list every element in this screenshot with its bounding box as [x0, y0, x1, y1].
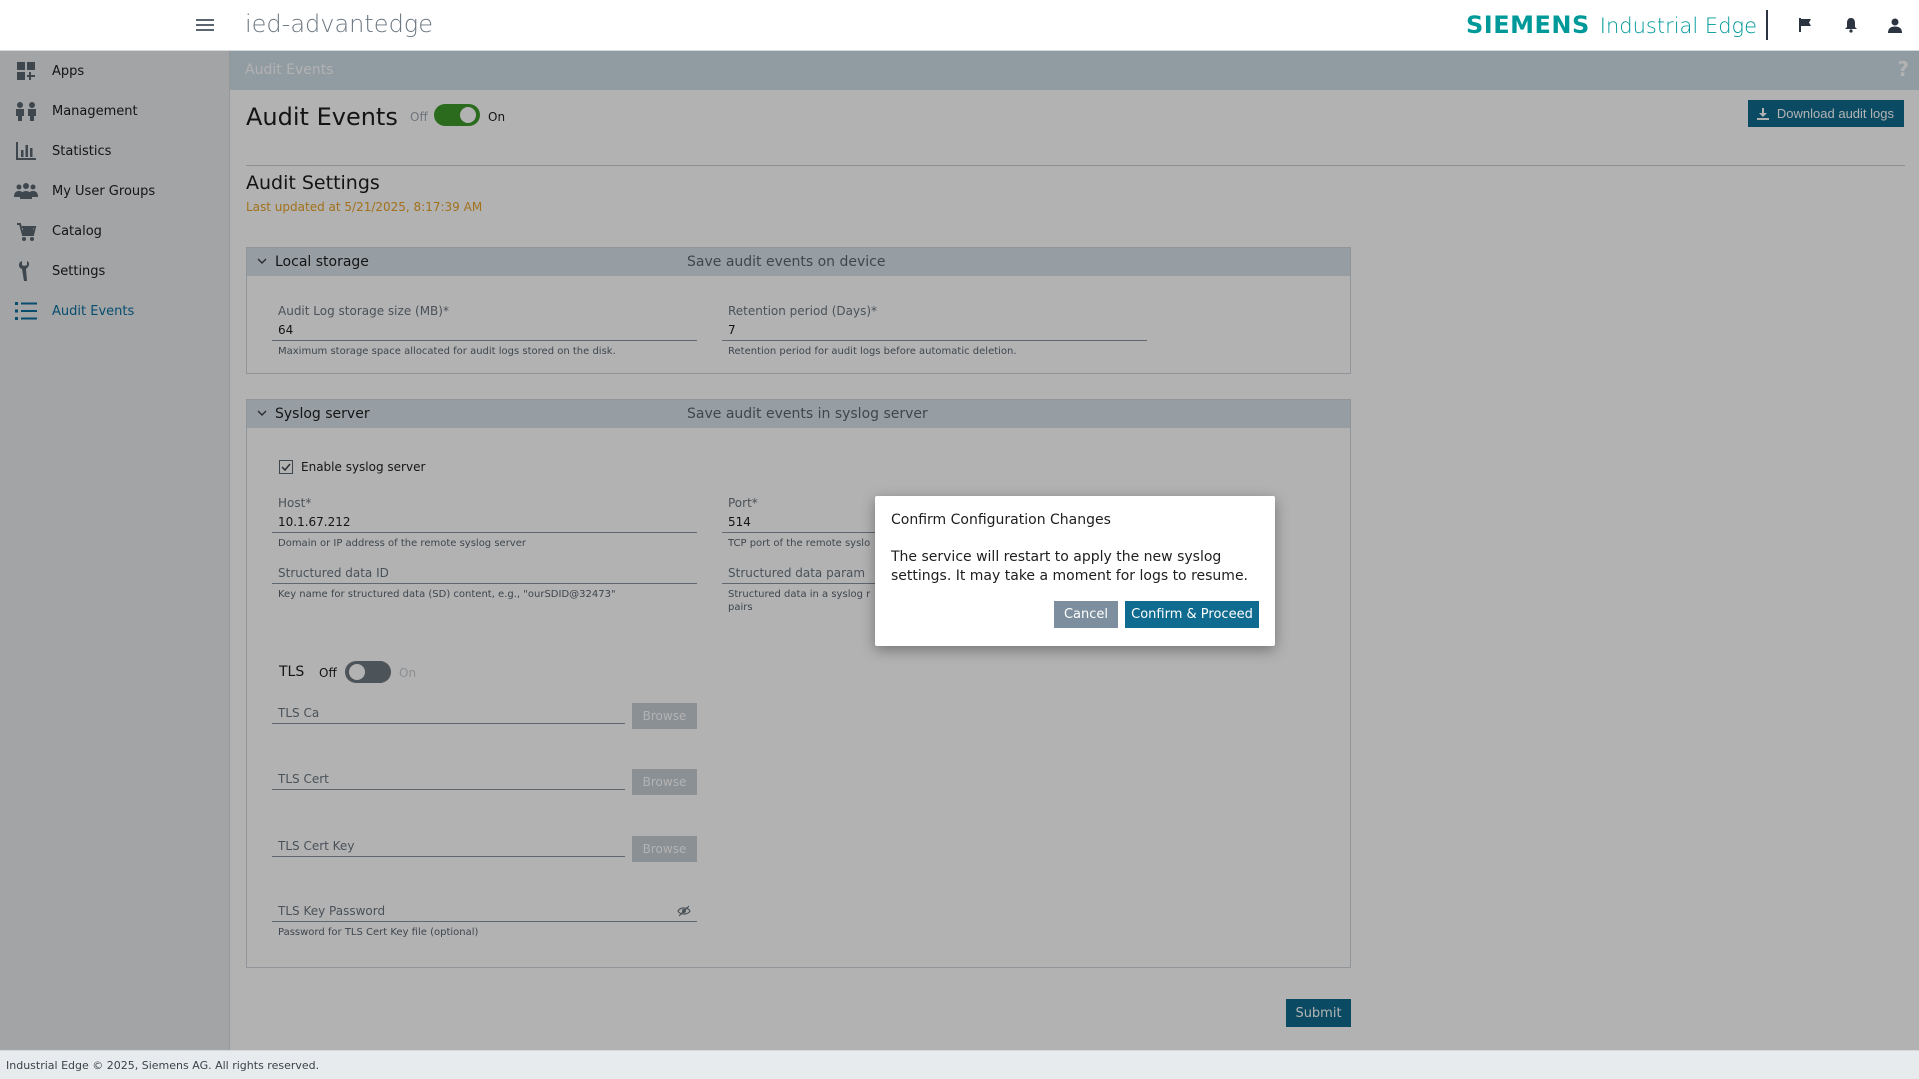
brand-product: Industrial Edge	[1599, 14, 1758, 38]
menu-icon[interactable]	[196, 16, 214, 34]
dialog-title: Confirm Configuration Changes	[891, 512, 1111, 528]
user-icon[interactable]	[1884, 14, 1906, 36]
brand-logo: SIEMENS Industrial Edge	[1466, 11, 1757, 39]
app-title: ied-advantedge	[245, 10, 433, 38]
bell-icon[interactable]	[1840, 14, 1862, 36]
footer: Industrial Edge © 2025, Siemens AG. All …	[0, 1050, 1919, 1079]
confirm-proceed-button[interactable]: Confirm & Proceed	[1125, 601, 1259, 628]
brand-name: SIEMENS	[1466, 11, 1590, 39]
confirm-dialog: Confirm Configuration Changes The servic…	[875, 496, 1275, 646]
header-divider	[1766, 10, 1768, 40]
flag-icon[interactable]	[1794, 14, 1816, 36]
top-bar: ied-advantedge SIEMENS Industrial Edge	[0, 0, 1919, 51]
cancel-button[interactable]: Cancel	[1054, 601, 1118, 628]
dialog-text: The service will restart to apply the ne…	[891, 549, 1249, 584]
